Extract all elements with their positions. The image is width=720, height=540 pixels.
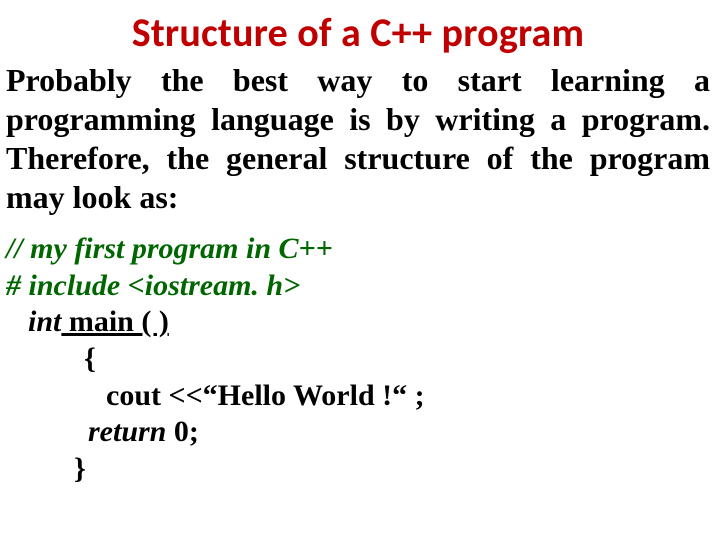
code-include: # include <iostream. h> — [6, 268, 710, 305]
code-keyword-int: int — [28, 305, 61, 338]
code-block: // my first program in C++ # include <io… — [6, 231, 710, 487]
code-return: return 0; — [6, 414, 710, 451]
slide: Structure of a C++ program Probably the … — [0, 0, 720, 487]
code-keyword-return: return — [88, 415, 166, 448]
intro-paragraph: Probably the best way to start learning … — [6, 61, 710, 217]
code-cout: cout <<“Hello World !“ ; — [6, 378, 710, 415]
slide-title: Structure of a C++ program — [6, 8, 710, 57]
code-main-rest: main ( ) — [61, 305, 169, 338]
code-comment: // my first program in C++ — [6, 231, 710, 268]
code-brace-close: } — [6, 451, 710, 488]
code-main: int main ( ) — [6, 304, 710, 341]
code-return-rest: 0; — [166, 415, 199, 448]
code-brace-open: { — [6, 341, 710, 378]
